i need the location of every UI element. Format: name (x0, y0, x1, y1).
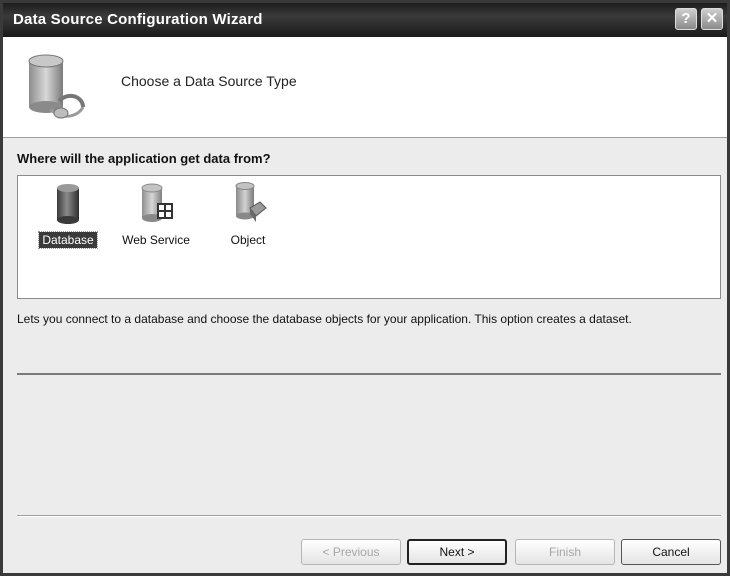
help-button[interactable]: ? (675, 8, 697, 30)
next-button[interactable]: Next > (407, 539, 507, 565)
close-button[interactable]: ✕ (701, 8, 723, 30)
source-label-database: Database (38, 231, 98, 249)
description-divider (17, 373, 721, 375)
wizard-window: Data Source Configuration Wizard ? ✕ Cho… (0, 0, 730, 576)
finish-button[interactable]: Finish (515, 539, 615, 565)
data-source-type-list[interactable]: Database Web Service Object (17, 175, 721, 299)
source-item-database[interactable]: Database (30, 182, 106, 260)
data-source-wizard-icon (28, 54, 85, 119)
wizard-header: Choose a Data Source Type (3, 37, 727, 138)
web-service-icon (141, 183, 173, 222)
previous-button[interactable]: < Previous (301, 539, 401, 565)
page-title: Choose a Data Source Type (121, 73, 297, 89)
source-item-object[interactable]: Object (210, 182, 286, 260)
object-icon (235, 182, 267, 222)
source-label-web-service: Web Service (122, 233, 190, 247)
source-label-object: Object (230, 233, 266, 247)
window-title: Data Source Configuration Wizard (13, 11, 263, 28)
source-description: Lets you connect to a database and choos… (17, 312, 632, 326)
title-bar[interactable]: Data Source Configuration Wizard ? ✕ (3, 3, 727, 37)
cancel-button[interactable]: Cancel (621, 539, 721, 565)
source-item-web-service[interactable]: Web Service (118, 182, 194, 260)
database-icon (57, 184, 79, 224)
button-bar-divider (17, 515, 721, 517)
source-question: Where will the application get data from… (17, 151, 271, 166)
